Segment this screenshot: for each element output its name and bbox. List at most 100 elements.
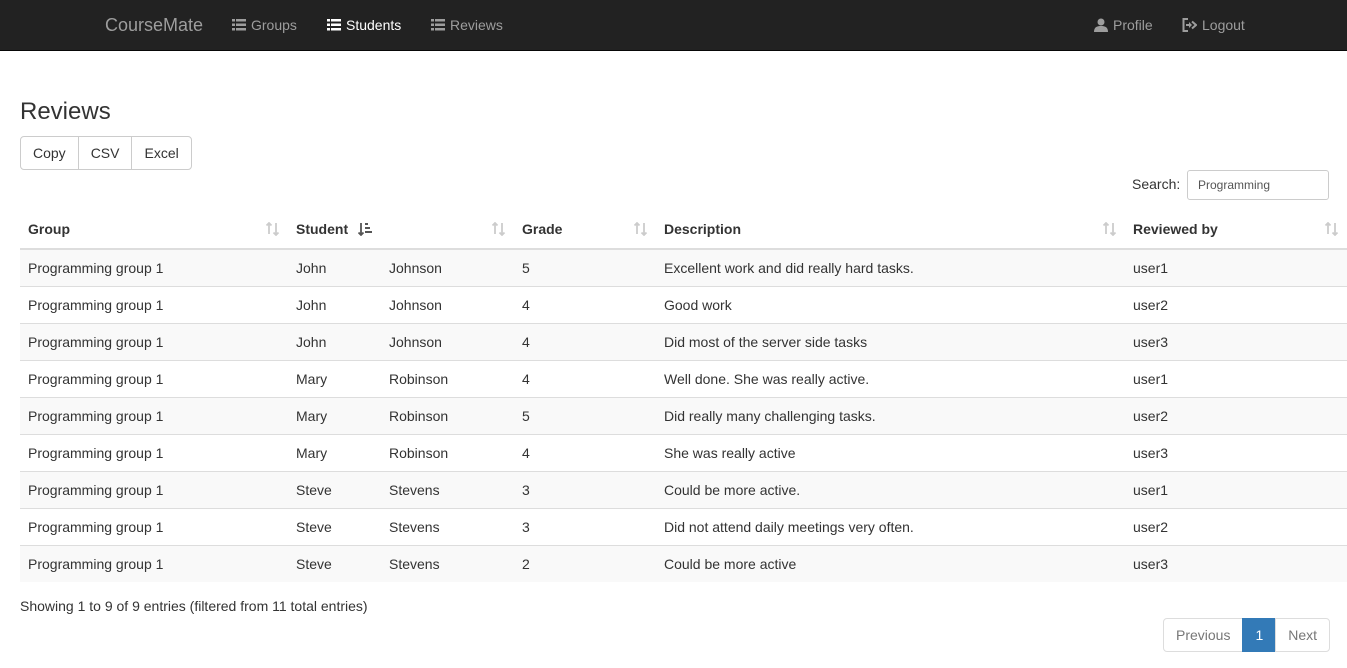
table-row: Programming group 1 Steve Stevens 2 Coul… xyxy=(20,544,1347,582)
header-description-label: Description xyxy=(664,221,742,237)
cell-reviewed-by: user3 xyxy=(1125,544,1347,582)
nav-profile[interactable]: Profile xyxy=(1094,16,1153,34)
nav-reviews-label: Reviews xyxy=(450,17,503,33)
page-title: Reviews xyxy=(20,98,111,125)
nav-logout-label: Logout xyxy=(1202,17,1245,33)
cell-first-name: Mary xyxy=(288,433,381,471)
cell-description: Did most of the server side tasks xyxy=(656,322,1125,360)
cell-grade: 5 xyxy=(514,249,656,286)
cell-reviewed-by: user3 xyxy=(1125,322,1347,360)
export-button-group: Copy CSV Excel xyxy=(20,136,192,170)
cell-group: Programming group 1 xyxy=(20,249,288,286)
next-button[interactable]: Next xyxy=(1275,618,1331,652)
cell-group: Programming group 1 xyxy=(20,470,288,508)
user-icon xyxy=(1094,18,1108,32)
table-row: Programming group 1 Mary Robinson 4 Well… xyxy=(20,359,1347,397)
cell-group: Programming group 1 xyxy=(20,285,288,323)
previous-button[interactable]: Previous xyxy=(1163,618,1244,652)
header-grade[interactable]: Grade xyxy=(514,210,656,250)
nav-reviews[interactable]: Reviews xyxy=(431,16,503,34)
excel-button[interactable]: Excel xyxy=(131,136,192,170)
cell-reviewed-by: user1 xyxy=(1125,470,1347,508)
header-description[interactable]: Description xyxy=(656,210,1125,250)
nav-logout[interactable]: Logout xyxy=(1182,16,1245,34)
sort-both-icon xyxy=(1325,222,1339,236)
list-icon xyxy=(431,19,445,31)
sort-asc-icon xyxy=(358,223,372,236)
table-row: Programming group 1 Mary Robinson 4 She … xyxy=(20,433,1347,471)
search-input[interactable] xyxy=(1187,170,1329,200)
cell-grade: 3 xyxy=(514,470,656,508)
header-reviewed-by-label: Reviewed by xyxy=(1133,221,1218,237)
header-grade-label: Grade xyxy=(522,221,563,237)
cell-description: Good work xyxy=(656,285,1125,323)
cell-first-name: John xyxy=(288,322,381,360)
csv-button[interactable]: CSV xyxy=(77,136,133,170)
page-1-button[interactable]: 1 xyxy=(1242,618,1277,652)
header-reviewed-by[interactable]: Reviewed by xyxy=(1125,210,1347,250)
cell-first-name: Steve xyxy=(288,470,381,508)
cell-last-name: Johnson xyxy=(381,249,514,286)
logout-icon xyxy=(1182,18,1197,32)
sort-both-icon xyxy=(1103,222,1117,236)
cell-description: Excellent work and did really hard tasks… xyxy=(656,249,1125,286)
nav-profile-label: Profile xyxy=(1113,17,1153,33)
header-student-lastname[interactable] xyxy=(381,210,514,250)
cell-grade: 4 xyxy=(514,322,656,360)
nav-students-label: Students xyxy=(346,17,402,33)
sort-both-icon xyxy=(492,222,506,236)
table-row: Programming group 1 Steve Stevens 3 Coul… xyxy=(20,470,1347,508)
header-student-label: Student xyxy=(296,221,349,237)
list-icon xyxy=(232,19,246,31)
navbar: CourseMate Groups Students Reviews Profi… xyxy=(0,0,1347,51)
cell-group: Programming group 1 xyxy=(20,322,288,360)
cell-last-name: Stevens xyxy=(381,507,514,545)
header-student[interactable]: Student xyxy=(288,210,381,250)
list-icon xyxy=(327,19,341,31)
cell-last-name: Robinson xyxy=(381,433,514,471)
table-row: Programming group 1 Mary Robinson 5 Did … xyxy=(20,396,1347,434)
table-row: Programming group 1 John Johnson 4 Did m… xyxy=(20,322,1347,360)
cell-reviewed-by: user1 xyxy=(1125,359,1347,397)
cell-grade: 2 xyxy=(514,544,656,582)
cell-grade: 4 xyxy=(514,359,656,397)
cell-last-name: Robinson xyxy=(381,359,514,397)
cell-grade: 4 xyxy=(514,285,656,323)
nav-groups[interactable]: Groups xyxy=(232,16,297,34)
cell-first-name: John xyxy=(288,285,381,323)
nav-groups-label: Groups xyxy=(251,17,297,33)
cell-description: Well done. She was really active. xyxy=(656,359,1125,397)
cell-first-name: Steve xyxy=(288,507,381,545)
brand-logo[interactable]: CourseMate xyxy=(105,15,203,35)
cell-reviewed-by: user2 xyxy=(1125,285,1347,323)
cell-group: Programming group 1 xyxy=(20,433,288,471)
cell-group: Programming group 1 xyxy=(20,396,288,434)
cell-description: She was really active xyxy=(656,433,1125,471)
pagination: Previous 1 Next xyxy=(1163,618,1331,652)
nav-students[interactable]: Students xyxy=(327,16,401,34)
cell-group: Programming group 1 xyxy=(20,507,288,545)
cell-first-name: Mary xyxy=(288,396,381,434)
cell-description: Could be more active xyxy=(656,544,1125,582)
cell-first-name: Mary xyxy=(288,359,381,397)
header-group-label: Group xyxy=(28,221,70,237)
table-row: Programming group 1 John Johnson 4 Good … xyxy=(20,285,1347,323)
table-info: Showing 1 to 9 of 9 entries (filtered fr… xyxy=(20,598,368,614)
sort-both-icon xyxy=(266,222,280,236)
table-header-row: Group Student Grade Description Reviewed… xyxy=(20,210,1347,250)
cell-last-name: Stevens xyxy=(381,470,514,508)
cell-reviewed-by: user1 xyxy=(1125,249,1347,286)
sort-both-icon xyxy=(634,222,648,236)
cell-first-name: Steve xyxy=(288,544,381,582)
header-group[interactable]: Group xyxy=(20,210,288,250)
cell-reviewed-by: user3 xyxy=(1125,433,1347,471)
cell-last-name: Stevens xyxy=(381,544,514,582)
cell-first-name: John xyxy=(288,249,381,286)
copy-button[interactable]: Copy xyxy=(20,136,79,170)
cell-description: Did really many challenging tasks. xyxy=(656,396,1125,434)
table-row: Programming group 1 John Johnson 5 Excel… xyxy=(20,249,1347,286)
cell-last-name: Johnson xyxy=(381,322,514,360)
cell-last-name: Robinson xyxy=(381,396,514,434)
table-row: Programming group 1 Steve Stevens 3 Did … xyxy=(20,507,1347,545)
cell-grade: 4 xyxy=(514,433,656,471)
